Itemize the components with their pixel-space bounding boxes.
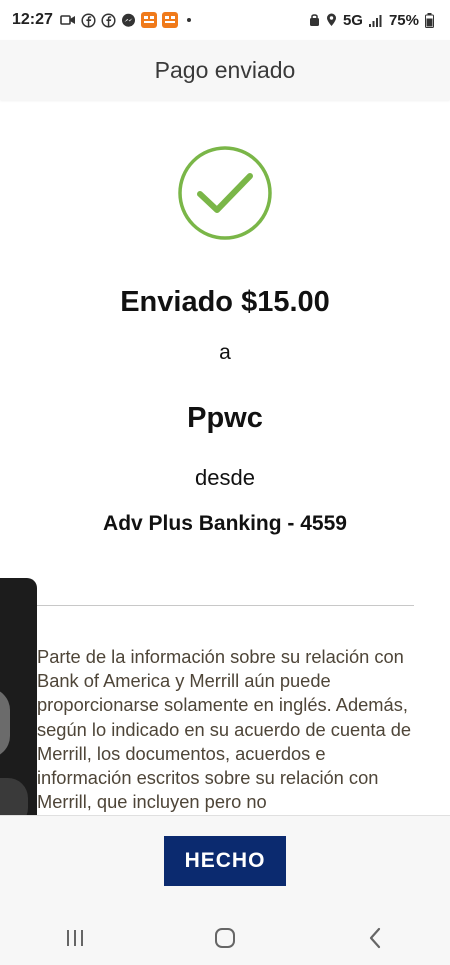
signal-icon xyxy=(368,14,383,27)
home-icon xyxy=(215,927,235,948)
home-button[interactable] xyxy=(195,918,255,958)
facebook-icon xyxy=(101,12,116,28)
sent-amount: Enviado $15.00 xyxy=(120,286,330,318)
more-notifications-dot xyxy=(186,18,191,22)
app-badge-icon xyxy=(161,12,178,28)
battery-percent: 75% xyxy=(388,11,419,29)
video-call-icon xyxy=(60,14,76,26)
location-icon xyxy=(326,13,337,27)
disclaimer-text: Parte de la información sobre su relació… xyxy=(37,646,412,813)
connector-a: a xyxy=(219,341,231,364)
status-time: 12:27 xyxy=(12,11,53,28)
source-account: Adv Plus Banking - 4559 xyxy=(103,512,347,535)
status-right: 5G 75% xyxy=(309,12,434,29)
page-title: Pago enviado xyxy=(154,56,296,83)
disclaimer-scroll-area[interactable]: Parte de la información sobre su relació… xyxy=(37,645,417,815)
back-button[interactable] xyxy=(345,918,405,958)
facebook-icon xyxy=(81,12,96,28)
overlay-image-part xyxy=(0,688,10,758)
connector-from: desde xyxy=(195,465,255,490)
recent-apps-button[interactable] xyxy=(45,918,105,958)
status-left: 12:27 xyxy=(12,11,191,29)
lock-icon xyxy=(309,13,320,27)
network-label: 5G xyxy=(342,11,363,29)
battery-icon xyxy=(425,12,434,28)
system-nav-bar xyxy=(0,910,450,965)
back-icon xyxy=(369,927,381,948)
done-button[interactable]: HECHO xyxy=(164,836,286,886)
recipient-name: Ppwc xyxy=(187,402,263,434)
divider xyxy=(37,605,414,606)
status-bar: 12:27 5G 75% xyxy=(0,0,450,40)
app-badge-icon xyxy=(140,12,157,28)
header-bar: Pago enviado xyxy=(0,40,450,100)
recent-apps-icon xyxy=(67,929,83,946)
footer-bar: HECHO xyxy=(0,815,450,910)
check-circle-icon xyxy=(177,145,273,241)
messenger-icon xyxy=(121,13,136,28)
